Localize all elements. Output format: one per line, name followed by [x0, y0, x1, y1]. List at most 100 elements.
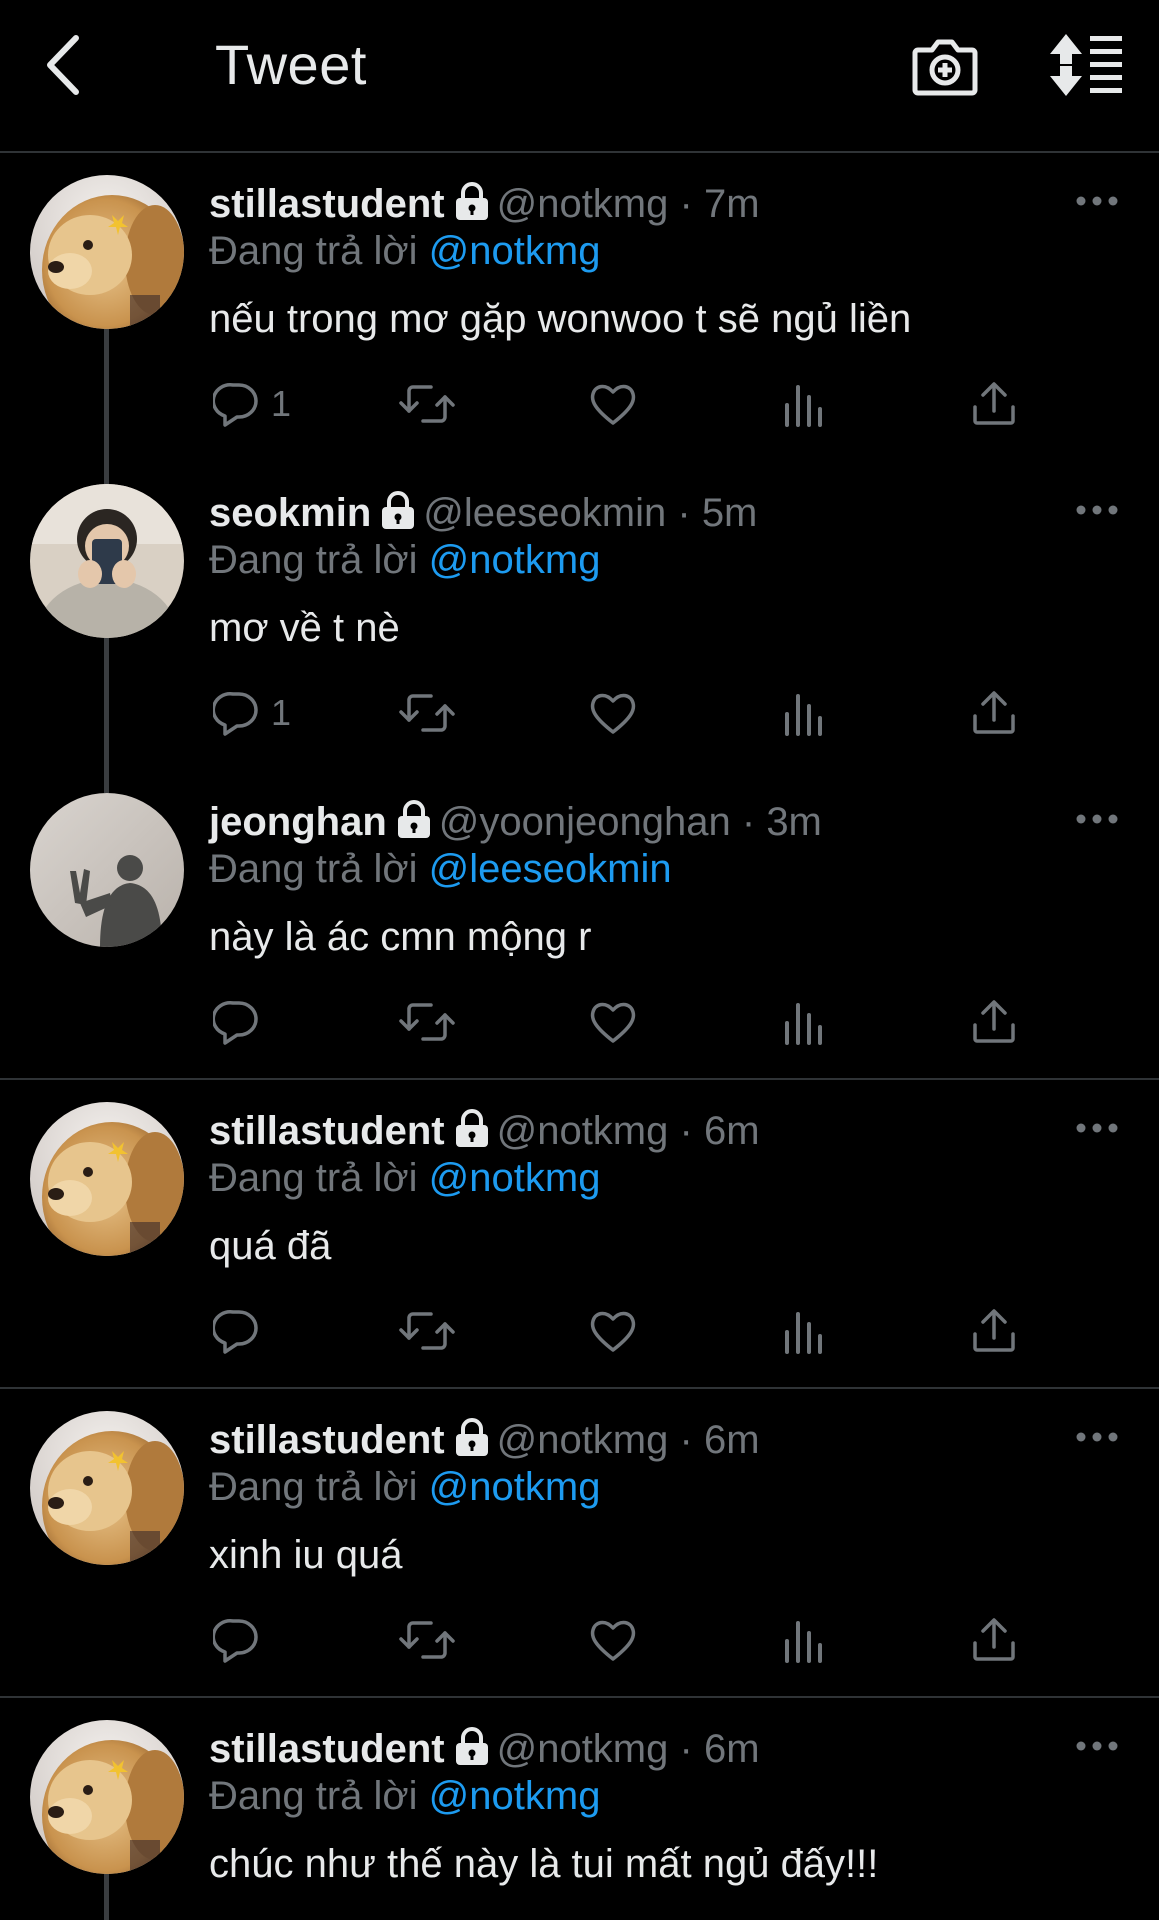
more-button[interactable] — [1075, 811, 1119, 827]
tweet-header: stillastudent @notkmg · 7m — [209, 181, 1039, 224]
back-button[interactable] — [40, 30, 90, 100]
avatar[interactable] — [30, 175, 184, 329]
analytics-button[interactable] — [781, 1306, 825, 1356]
display-name[interactable]: jeonghan — [209, 800, 387, 844]
replying-to: Đang trả lời @leeseokmin — [209, 849, 672, 889]
avatar[interactable] — [30, 1720, 184, 1874]
like-button[interactable] — [589, 1615, 637, 1665]
tweet[interactable]: seokmin @leeseokmin · 5m Đang trả lời @not… — [0, 462, 1159, 771]
tweet[interactable]: stillastudent @notkmg · 6m Đang trả lời @n… — [0, 1698, 1159, 1920]
tweet-text: nếu trong mơ gặp wonwoo t sẽ ngủ liền — [209, 297, 912, 341]
share-icon — [973, 691, 1015, 734]
more-button[interactable] — [1075, 1429, 1119, 1445]
more-icon — [1076, 814, 1118, 824]
avatar[interactable] — [30, 484, 184, 638]
like-button[interactable] — [589, 1306, 637, 1356]
analytics-button[interactable] — [781, 688, 825, 738]
heart-icon — [590, 693, 636, 734]
lock-icon — [455, 1418, 488, 1456]
user-handle[interactable]: @notkmg — [497, 1418, 669, 1462]
analytics-button[interactable] — [781, 1615, 825, 1665]
reply-button[interactable]: 1 — [213, 379, 291, 429]
timestamp: 7m — [703, 182, 760, 226]
like-button[interactable] — [589, 379, 637, 429]
replying-to: Đang trả lời @notkmg — [209, 1467, 600, 1507]
reply-target-link[interactable]: @notkmg — [429, 538, 601, 582]
timestamp: 6m — [703, 1418, 760, 1462]
analytics-button[interactable] — [781, 379, 825, 429]
like-button[interactable] — [589, 997, 637, 1047]
share-button[interactable] — [971, 379, 1017, 429]
more-icon — [1076, 1741, 1118, 1751]
separator-dot: · — [679, 182, 693, 226]
tweet[interactable]: stillastudent @notkmg · 7m Đang trả lời @n… — [0, 153, 1159, 462]
reply-target-link[interactable]: @notkmg — [429, 1465, 601, 1509]
reply-button[interactable] — [213, 997, 271, 1047]
more-button[interactable] — [1075, 1738, 1119, 1754]
tweet-header: jeonghan @yoonjeonghan · 3m — [209, 799, 1039, 842]
share-button[interactable] — [971, 1615, 1017, 1665]
timestamp: 6m — [703, 1109, 760, 1153]
more-button[interactable] — [1075, 502, 1119, 518]
display-name[interactable]: seokmin — [209, 491, 371, 535]
analytics-icon — [785, 385, 822, 427]
retweet-button[interactable] — [399, 688, 455, 738]
reply-button[interactable] — [213, 1306, 271, 1356]
tweet[interactable]: stillastudent @notkmg · 6m Đang trả lời @n… — [0, 1389, 1159, 1698]
timestamp: 6m — [703, 1727, 760, 1771]
avatar[interactable] — [30, 1411, 184, 1565]
avatar[interactable] — [30, 1102, 184, 1256]
like-button[interactable] — [589, 688, 637, 738]
heart-icon — [590, 1620, 636, 1661]
replying-to: Đang trả lời @notkmg — [209, 540, 600, 580]
share-button[interactable] — [971, 688, 1017, 738]
replying-to-label: Đang trả lời — [209, 229, 418, 273]
replying-to: Đang trả lời @notkmg — [209, 1158, 600, 1198]
display-name[interactable]: stillastudent — [209, 1418, 445, 1462]
reply-button[interactable] — [213, 1615, 271, 1665]
replying-to-label: Đang trả lời — [209, 1156, 418, 1200]
sort-button[interactable] — [1048, 30, 1126, 100]
thread-line — [104, 329, 109, 462]
display-name[interactable]: stillastudent — [209, 1727, 445, 1771]
reply-target-link[interactable]: @leeseokmin — [429, 847, 672, 891]
user-handle[interactable]: @leeseokmin — [423, 491, 666, 535]
display-name[interactable]: stillastudent — [209, 1109, 445, 1153]
more-button[interactable] — [1075, 1120, 1119, 1136]
sort-icon — [1050, 34, 1122, 96]
share-icon — [973, 1000, 1015, 1043]
reply-target-link[interactable]: @notkmg — [429, 1774, 601, 1818]
share-icon — [973, 1309, 1015, 1352]
more-icon — [1076, 1123, 1118, 1133]
tweet-actions: 1 — [209, 379, 1059, 439]
more-button[interactable] — [1075, 193, 1119, 209]
retweet-button[interactable] — [399, 379, 455, 429]
share-button[interactable] — [971, 1306, 1017, 1356]
user-handle[interactable]: @notkmg — [497, 1109, 669, 1153]
user-handle[interactable]: @notkmg — [497, 1727, 669, 1771]
reply-target-link[interactable]: @notkmg — [429, 1156, 601, 1200]
reply-button[interactable]: 1 — [213, 688, 291, 738]
analytics-icon — [785, 1621, 822, 1663]
lock-icon — [382, 491, 415, 529]
camera-button[interactable] — [910, 30, 980, 100]
lock-icon — [455, 1727, 488, 1765]
tweet[interactable]: jeonghan @yoonjeonghan · 3m Đang trả lời @… — [0, 771, 1159, 1080]
display-name[interactable]: stillastudent — [209, 182, 445, 226]
tweet-actions: 1 — [209, 688, 1059, 748]
retweet-button[interactable] — [399, 1615, 455, 1665]
thread-line — [104, 638, 109, 771]
separator-dot: · — [679, 1418, 693, 1462]
reply-target-link[interactable]: @notkmg — [429, 229, 601, 273]
user-handle[interactable]: @yoonjeonghan — [439, 800, 731, 844]
retweet-button[interactable] — [399, 997, 455, 1047]
user-handle[interactable]: @notkmg — [497, 182, 669, 226]
tweet[interactable]: stillastudent @notkmg · 6m Đang trả lời @n… — [0, 1080, 1159, 1389]
share-button[interactable] — [971, 997, 1017, 1047]
analytics-button[interactable] — [781, 997, 825, 1047]
avatar[interactable] — [30, 793, 184, 947]
lock-icon — [455, 182, 488, 220]
page-title: Tweet — [215, 33, 367, 96]
retweet-button[interactable] — [399, 1306, 455, 1356]
retweet-icon — [399, 1312, 455, 1350]
